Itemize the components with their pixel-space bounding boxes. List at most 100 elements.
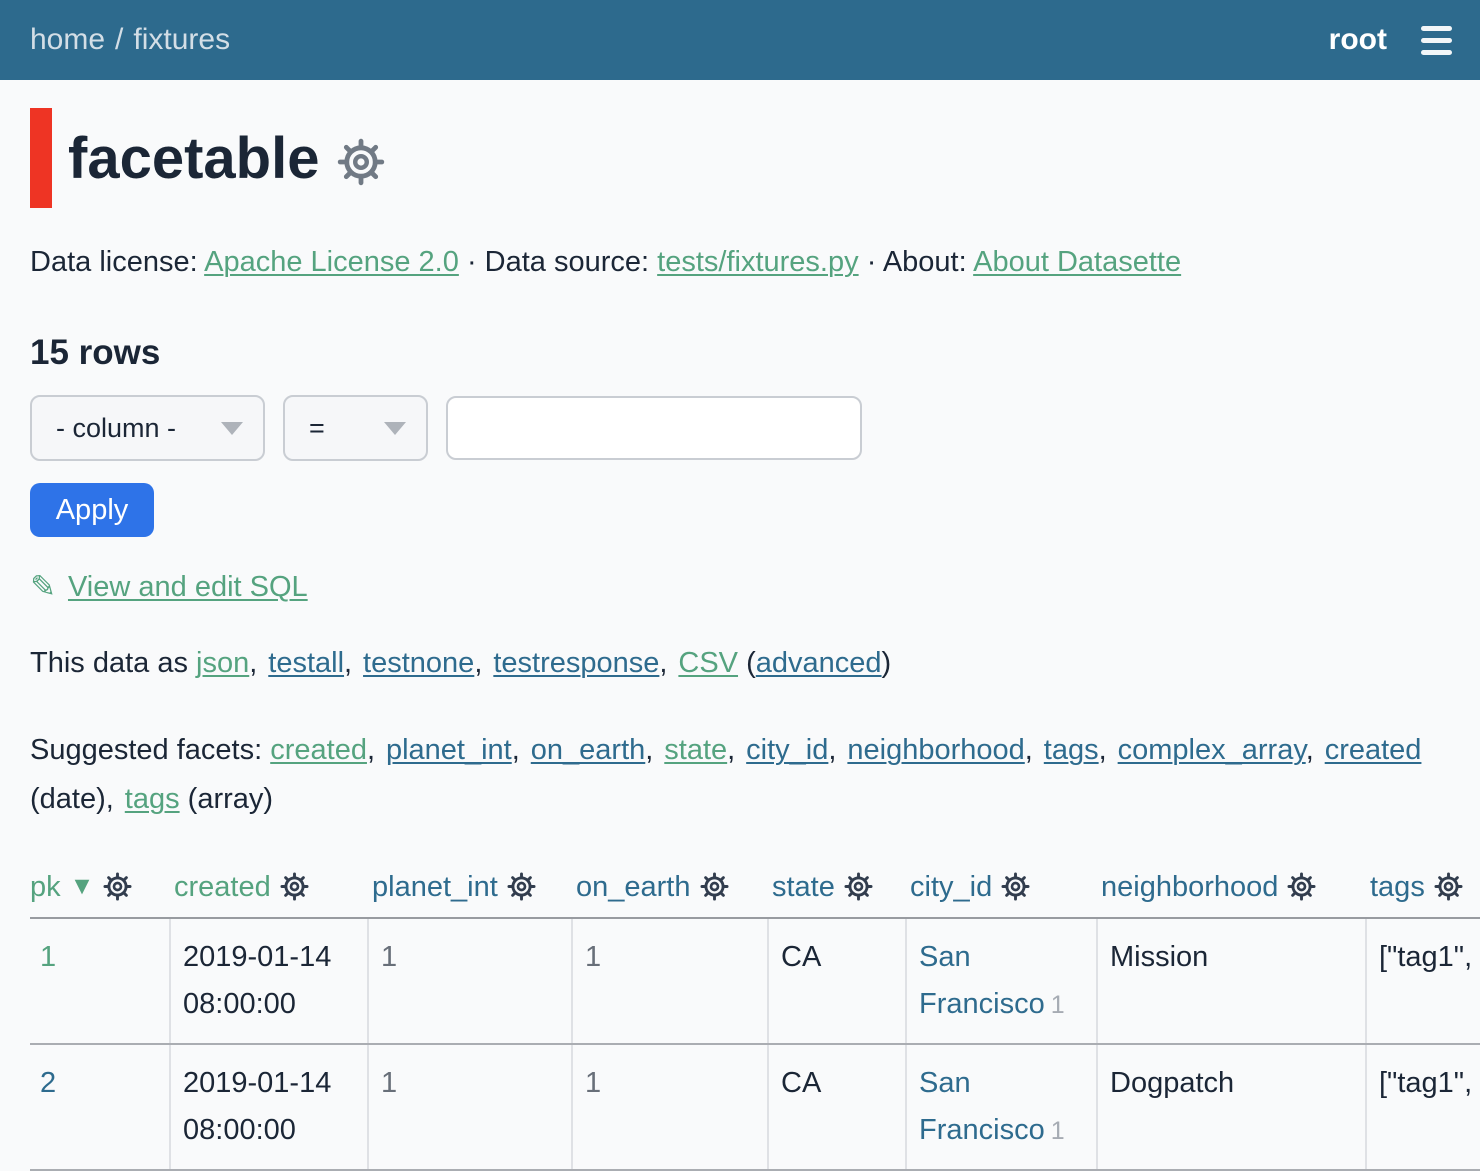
accent-bar: [30, 108, 52, 208]
export-link-testresponse[interactable]: testresponse: [493, 647, 659, 679]
column-menu-gear-icon[interactable]: [280, 872, 309, 901]
breadcrumb-separator: /: [115, 23, 123, 57]
cell-state: CA: [768, 918, 906, 1044]
column-header-on-earth: on_earth: [572, 857, 768, 918]
column-header-tags-link[interactable]: tags: [1370, 871, 1425, 903]
foreign-key-count: 1: [1051, 1117, 1065, 1145]
source-link[interactable]: tests/fixtures.py: [657, 246, 858, 278]
apply-button[interactable]: Apply: [30, 483, 154, 537]
cell-tags: ["tag1", "tag2"]: [1366, 918, 1480, 1044]
cell-planet-int: 1: [368, 1044, 572, 1170]
dot-separator: ·: [867, 246, 877, 278]
city-link[interactable]: San Francisco: [919, 941, 1045, 1020]
cell-pk: 1: [30, 918, 170, 1044]
cell-pk: 2: [30, 1044, 170, 1170]
license-link[interactable]: Apache License 2.0: [204, 246, 459, 278]
facet-suffix-array: (array): [188, 783, 273, 815]
sort-desc-icon: ▼: [70, 872, 95, 900]
facet-link-state[interactable]: state: [664, 734, 727, 766]
cell-state: CA: [768, 1044, 906, 1170]
breadcrumb: home / fixtures: [30, 23, 230, 57]
cell-neighborhood: Mission: [1097, 918, 1366, 1044]
export-links-row: This data as json, testall, testnone, te…: [30, 647, 1450, 680]
table-row: 2 2019-01-14 08:00:00 1 1 CA San Francis…: [30, 1044, 1480, 1170]
chevron-down-icon: [221, 422, 243, 435]
column-header-created: created: [170, 857, 368, 918]
column-header-planet-int-link[interactable]: planet_int: [372, 871, 498, 903]
facet-link-city-id[interactable]: city_id: [746, 734, 828, 766]
facet-link-complex-array[interactable]: complex_array: [1118, 734, 1306, 766]
column-header-planet-int: planet_int: [368, 857, 572, 918]
column-header-state-link[interactable]: state: [772, 871, 835, 903]
suggested-facets-row: Suggested facets: created, planet_int, o…: [30, 726, 1450, 823]
export-prefix: This data as: [30, 647, 188, 679]
facets-prefix: Suggested facets:: [30, 734, 262, 766]
user-root-link[interactable]: root: [1329, 23, 1387, 57]
column-header-city-id: city_id: [906, 857, 1097, 918]
column-menu-gear-icon[interactable]: [844, 872, 873, 901]
pencil-icon: ✎: [30, 569, 56, 605]
cell-city-id: San Francisco1: [906, 1044, 1097, 1170]
cell-created: 2019-01-14 08:00:00: [170, 918, 368, 1044]
export-link-advanced[interactable]: advanced: [756, 647, 882, 679]
column-menu-gear-icon[interactable]: [1287, 872, 1316, 901]
cell-planet-int: 1: [368, 918, 572, 1044]
facet-link-tags-array[interactable]: tags: [125, 783, 180, 815]
facet-link-on-earth[interactable]: on_earth: [531, 734, 646, 766]
page-title: facetable: [68, 125, 319, 192]
row-pk-link[interactable]: 1: [40, 941, 56, 973]
view-edit-sql-link[interactable]: View and edit SQL: [68, 571, 308, 604]
about-link[interactable]: About Datasette: [973, 246, 1181, 278]
column-header-tags: tags: [1366, 857, 1480, 918]
facet-link-planet-int[interactable]: planet_int: [386, 734, 512, 766]
column-header-neighborhood: neighborhood: [1097, 857, 1366, 918]
cell-neighborhood: Dogpatch: [1097, 1044, 1366, 1170]
cell-created: 2019-01-14 08:00:00: [170, 1044, 368, 1170]
column-menu-gear-icon[interactable]: [103, 872, 132, 901]
about-label: About:: [883, 246, 967, 278]
column-menu-gear-icon[interactable]: [507, 872, 536, 901]
license-label: Data license:: [30, 246, 198, 278]
table-settings-gear-icon[interactable]: [337, 138, 385, 186]
filter-operator-value: =: [309, 413, 325, 444]
table-header-row: pk ▼ created planet_int on_earth state: [30, 857, 1480, 918]
column-header-created-link[interactable]: created: [174, 871, 271, 903]
facet-link-tags[interactable]: tags: [1044, 734, 1099, 766]
main-content: facetable Data license: Apache License 2…: [0, 108, 1480, 1171]
breadcrumb-home-link[interactable]: home: [30, 23, 105, 57]
column-menu-gear-icon[interactable]: [1001, 872, 1030, 901]
hamburger-menu-icon[interactable]: [1419, 22, 1454, 59]
row-pk-link[interactable]: 2: [40, 1067, 56, 1099]
source-label: Data source:: [485, 246, 649, 278]
column-header-neighborhood-link[interactable]: neighborhood: [1101, 871, 1278, 903]
facet-link-created[interactable]: created: [270, 734, 367, 766]
export-link-testall[interactable]: testall: [268, 647, 344, 679]
city-link[interactable]: San Francisco: [919, 1067, 1045, 1146]
column-header-on-earth-link[interactable]: on_earth: [576, 871, 691, 903]
cell-on-earth: 1: [572, 918, 768, 1044]
nav-right: root: [1329, 22, 1454, 59]
results-table: pk ▼ created planet_int on_earth state: [30, 857, 1480, 1171]
top-nav: home / fixtures root: [0, 0, 1480, 80]
breadcrumb-fixtures-link[interactable]: fixtures: [133, 23, 230, 57]
column-menu-gear-icon[interactable]: [1434, 872, 1463, 901]
facet-link-created-date[interactable]: created: [1325, 734, 1422, 766]
facet-link-neighborhood[interactable]: neighborhood: [847, 734, 1024, 766]
filter-column-select[interactable]: - column -: [30, 395, 265, 461]
column-header-city-id-link[interactable]: city_id: [910, 871, 992, 903]
filter-row: - column - =: [30, 395, 1450, 461]
column-menu-gear-icon[interactable]: [700, 872, 729, 901]
filter-column-value: - column -: [56, 413, 176, 444]
export-link-testnone[interactable]: testnone: [363, 647, 474, 679]
filter-value-input[interactable]: [446, 396, 862, 460]
metadata-line: Data license: Apache License 2.0 · Data …: [30, 246, 1450, 279]
column-header-state: state: [768, 857, 906, 918]
filter-operator-select[interactable]: =: [283, 395, 428, 461]
chevron-down-icon: [384, 422, 406, 435]
cell-tags: ["tag1", "tag3"]: [1366, 1044, 1480, 1170]
export-link-csv[interactable]: CSV: [678, 647, 738, 679]
dot-separator: ·: [467, 246, 477, 278]
export-link-json[interactable]: json: [196, 647, 249, 679]
column-header-pk: pk ▼: [30, 857, 170, 918]
column-header-pk-link[interactable]: pk: [30, 871, 61, 903]
